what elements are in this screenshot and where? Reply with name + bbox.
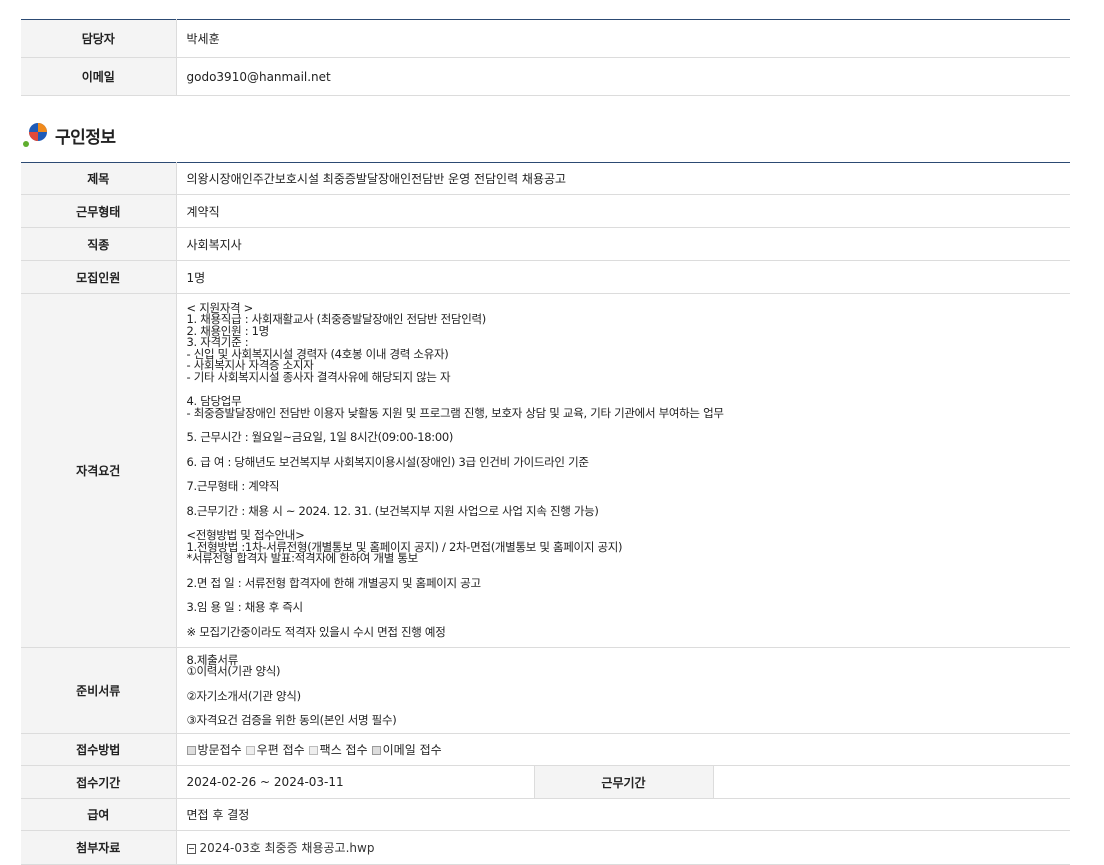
row-label: 접수방법 (21, 733, 177, 766)
text-group: 4. 담당업무 - 최중증발달장애인 전담반 이용자 낮활동 지원 및 프로그램 … (187, 396, 1071, 419)
table-row: 급여 면접 후 결정 (21, 798, 1070, 831)
text-group: 5. 근무시간 : 월요일~금요일, 1일 8시간(09:00-18:00) (187, 432, 1071, 444)
table-row: 접수방법 방문접수 우편 접수 팩스 접수 이메일 접수 (21, 733, 1070, 766)
text-group: 8.제출서류 ①이력서(기관 양식) (186, 652, 1071, 678)
table-row: 근무형태 계약직 (21, 194, 1070, 228)
text-line: - 기타 사회복지시설 종사자 결격사유에 해당되지 않는 자 (186, 369, 451, 384)
table-row: 접수기간 2024-02-26 ~ 2024-03-11 근무기간 (21, 765, 1070, 799)
manager-name: 박세훈 (176, 19, 1070, 58)
checkbox-icon (371, 746, 381, 755)
row-label: 첨부자료 (21, 830, 177, 865)
checkbox-icon (186, 746, 196, 755)
apply-method-options: 방문접수 우편 접수 팩스 접수 이메일 접수 (186, 743, 442, 757)
text-line: 2.면 접 일 : 서류전형 합격자에 한해 개별공지 및 홈페이지 공고 (186, 575, 482, 590)
row-label: 이메일 (21, 57, 177, 96)
documents-content: 8.제출서류 ①이력서(기관 양식) ②자기소개서(기관 양식) ③자격요건 검증을 … (176, 647, 1071, 734)
apply-method-label: 방문접수 (197, 743, 242, 757)
row-label: 급여 (21, 798, 177, 831)
table-row: 직종 사회복지사 (21, 227, 1070, 261)
attachment-link[interactable]: 2024-03호 최중증 채용공고.hwp (200, 841, 375, 855)
text-group: 8.근무기간 : 채용 시 ~ 2024. 12. 31. (보건복지부 지원 … (186, 503, 1071, 518)
text-line: 5. 근무시간 : 월요일~금요일, 1일 8시간(09:00-18:00) (186, 430, 454, 445)
job-title: 의왕시장애인주간보호시설 최중증발달장애인전담반 운영 전담인력 채용공고 (176, 162, 1070, 195)
occupation: 사회복지사 (176, 227, 1070, 261)
row-label: 준비서류 (21, 647, 177, 734)
text-group: 6. 급 여 : 당해년도 보건복지부 사회복지이용시설(장애인) 3급 인건비… (186, 454, 1071, 469)
checkbox-icon (245, 746, 255, 755)
text-group: < 지원자격 >1. 채용직급 : 사회재활교사 (최중증발달장애인 전담반 전… (186, 302, 1071, 384)
text-group: 3.임 용 일 : 채용 후 즉시 (187, 602, 1071, 614)
text-line: 8.제출서류 (186, 652, 239, 667)
attachment-cell: 2024-03호 최중증 채용공고.hwp (176, 830, 1070, 865)
text-line: ※ 모집기간중이라도 적격자 있을시 수시 면접 진행 예정 (186, 624, 446, 639)
text-line: ③자격요건 검증을 위한 동의(본인 서명 필수) (186, 713, 397, 727)
text-group: <전형방법 및 접수안내> 1.전형방법 :1차-서류전형(개별통보 및 홈페이지… (187, 530, 1071, 565)
row-label: 근무기간 (534, 765, 714, 799)
section-title-label: 구인정보 (55, 127, 116, 148)
qualifications-list: < 지원자격 >1. 채용직급 : 사회재활교사 (최중증발달장애인 전담반 전… (186, 302, 1071, 639)
row-label: 근무형태 (21, 194, 177, 228)
text-line: 2. 채용인원 : 1명 (186, 323, 270, 338)
table-row: 준비서류 8.제출서류 ①이력서(기관 양식) ②자기소개서(기관 양식) ③자격요건… (21, 647, 1071, 734)
table-row: 제목 의왕시장애인주간보호시설 최중증발달장애인전담반 운영 전담인력 채용공고 (21, 162, 1070, 195)
row-label: 제목 (21, 162, 177, 195)
documents-list: 8.제출서류 ①이력서(기관 양식) ②자기소개서(기관 양식) ③자격요건 검증을 … (186, 652, 1071, 727)
work-period (713, 765, 1070, 799)
text-line: - 신입 및 사회복지시설 경력자 (4호봉 이내 경력 소유자) (186, 346, 449, 361)
salary: 면접 후 결정 (176, 798, 1070, 831)
table-row: 자격요건 < 지원자격 >1. 채용직급 : 사회재활교사 (최중증발달장애인 … (21, 293, 1071, 648)
table-row: 담당자 박세훈 (21, 19, 1070, 58)
text-line: 1. 채용직급 : 사회재활교사 (최중증발달장애인 전담반 전담인력) (186, 312, 487, 327)
text-line: 7.근무형태 : 계약직 (186, 479, 280, 494)
text-group: 7.근무형태 : 계약직 (187, 481, 1071, 493)
table-row: 이메일 godo3910@hanmail.net (21, 57, 1070, 96)
section-logo-icon (21, 0, 45, 6)
apply-methods: 방문접수 우편 접수 팩스 접수 이메일 접수 (176, 733, 1070, 766)
row-label: 모집인원 (21, 260, 177, 294)
qualifications-content: < 지원자격 >1. 채용직급 : 사회재활교사 (최중증발달장애인 전담반 전… (176, 293, 1071, 648)
text-line: *서류전형 합격자 발표:적격자에 한하여 개별 통보 (186, 551, 419, 566)
apply-method-label: 팩스 접수 (319, 743, 368, 757)
text-line: ②자기소개서(기관 양식) (186, 688, 302, 703)
file-icon (186, 843, 196, 854)
text-group: ※ 모집기간중이라도 적격자 있을시 수시 면접 진행 예정 (186, 624, 1071, 639)
apply-period: 2024-02-26 ~ 2024-03-11 (176, 765, 535, 799)
row-label: 접수기간 (21, 765, 177, 799)
checkbox-icon (308, 746, 318, 755)
apply-method-label: 우편 접수 (256, 743, 305, 757)
text-line: - 최중증발달장애인 전담반 이용자 낮활동 지원 및 프로그램 진행, 보호자… (186, 405, 724, 420)
text-line: ①이력서(기관 양식) (186, 664, 281, 678)
table-row: 모집인원 1명 (21, 260, 1070, 294)
row-label: 직종 (21, 227, 177, 261)
text-group: ③자격요건 검증을 위한 동의(본인 서명 필수) (186, 713, 1071, 727)
section-logo-icon (23, 123, 47, 147)
contact-table: 담당자 박세훈 이메일 godo3910@hanmail.net (21, 19, 1070, 96)
text-group: 2.면 접 일 : 서류전형 합격자에 한해 개별공지 및 홈페이지 공고 (186, 575, 1071, 590)
text-line: 3.임 용 일 : 채용 후 즉시 (186, 600, 304, 615)
headcount: 1명 (176, 260, 1070, 294)
section-title: 구인정보 (21, 119, 116, 151)
apply-method-label: 이메일 접수 (382, 743, 442, 757)
email-value: godo3910@hanmail.net (176, 57, 1070, 96)
text-line: 8.근무기간 : 채용 시 ~ 2024. 12. 31. (보건복지부 지원 … (186, 503, 599, 518)
row-label: 자격요건 (21, 293, 177, 648)
job-info-table: 제목 의왕시장애인주간보호시설 최중증발달장애인전담반 운영 전담인력 채용공고… (21, 162, 1070, 865)
text-group: ②자기소개서(기관 양식) (186, 688, 1071, 703)
table-row: 첨부자료 2024-03호 최중증 채용공고.hwp (21, 830, 1070, 865)
text-line: 6. 급 여 : 당해년도 보건복지부 사회복지이용시설(장애인) 3급 인건비… (186, 454, 589, 469)
row-label: 담당자 (21, 19, 177, 58)
employment-type: 계약직 (176, 194, 1070, 228)
